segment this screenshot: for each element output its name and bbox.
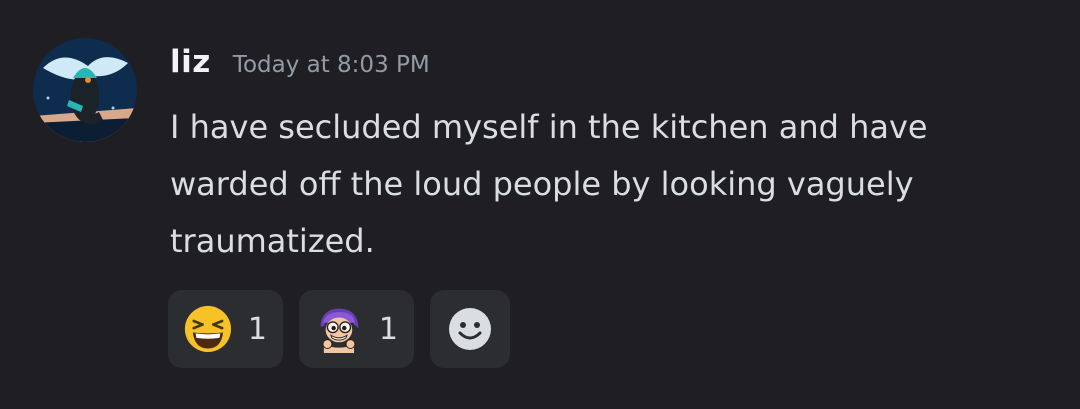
- reaction-count: 1: [247, 311, 267, 347]
- message-line: traumatized.: [170, 222, 375, 260]
- avatar-image: [33, 38, 137, 142]
- laughing-emoji-icon: [184, 305, 232, 353]
- message-timestamp[interactable]: Today at 8:03 PM: [233, 52, 430, 78]
- reactions-bar: 1 1: [168, 290, 510, 368]
- reaction-count: 1: [378, 311, 398, 347]
- add-reaction-button[interactable]: [430, 290, 510, 368]
- message-line: I have secluded myself in the kitchen an…: [170, 108, 928, 146]
- message-line: warded off the loud people by looking va…: [170, 165, 914, 203]
- user-avatar[interactable]: [33, 38, 137, 142]
- message-content: I have secluded myself in the kitchen an…: [170, 99, 1050, 270]
- custom-purple-hair-character-emoji-icon: [320, 308, 359, 353]
- message-header: liz Today at 8:03 PM: [170, 44, 430, 94]
- reaction-custom-emoji[interactable]: 1: [299, 290, 414, 368]
- reaction-laughing[interactable]: 1: [168, 290, 283, 368]
- add-reaction-smiley-icon: [449, 308, 491, 350]
- username[interactable]: liz: [170, 44, 211, 80]
